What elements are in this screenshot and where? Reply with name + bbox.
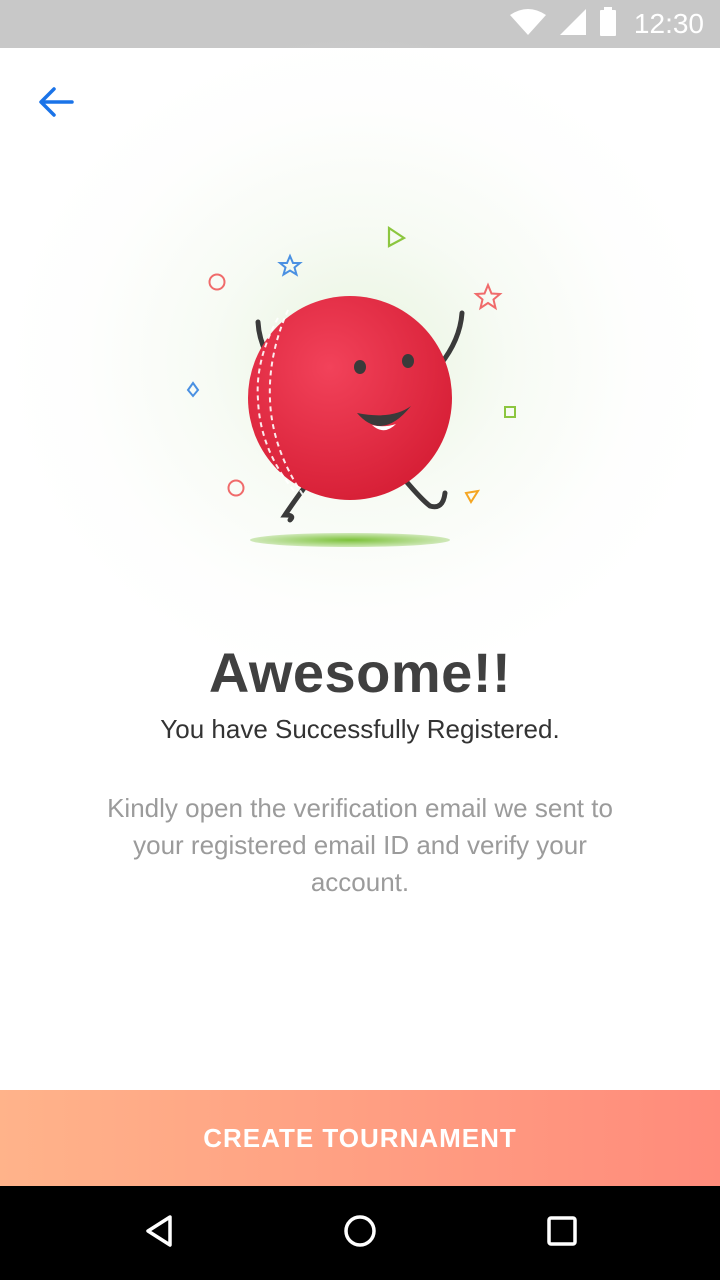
success-title: Awesome!! — [208, 641, 512, 704]
signal-icon — [558, 7, 588, 42]
system-nav-bar — [0, 1186, 720, 1280]
nav-back-button[interactable] — [100, 1186, 220, 1280]
arrow-left-icon — [38, 86, 74, 123]
verification-message: Kindly open the verification email we se… — [107, 793, 613, 897]
status-icons: 12:30 — [508, 0, 704, 48]
status-time: 12:30 — [633, 8, 704, 39]
nav-recents-icon — [542, 1211, 582, 1256]
nav-back-icon — [140, 1211, 180, 1256]
battery-icon — [598, 6, 618, 42]
create-tournament-button[interactable]: CREATE TOURNAMENT — [0, 1090, 720, 1186]
status-bar: 12:30 — [0, 0, 720, 48]
nav-home-button[interactable] — [300, 1186, 420, 1280]
success-subtitle: You have Successfully Registered. — [160, 714, 560, 744]
wifi-icon — [508, 7, 548, 42]
nav-recents-button[interactable] — [502, 1186, 622, 1280]
create-tournament-label: CREATE TOURNAMENT — [203, 1122, 517, 1153]
nav-home-icon — [340, 1211, 380, 1256]
cricket-ball-mascot — [160, 210, 560, 570]
back-button[interactable] — [30, 80, 82, 128]
